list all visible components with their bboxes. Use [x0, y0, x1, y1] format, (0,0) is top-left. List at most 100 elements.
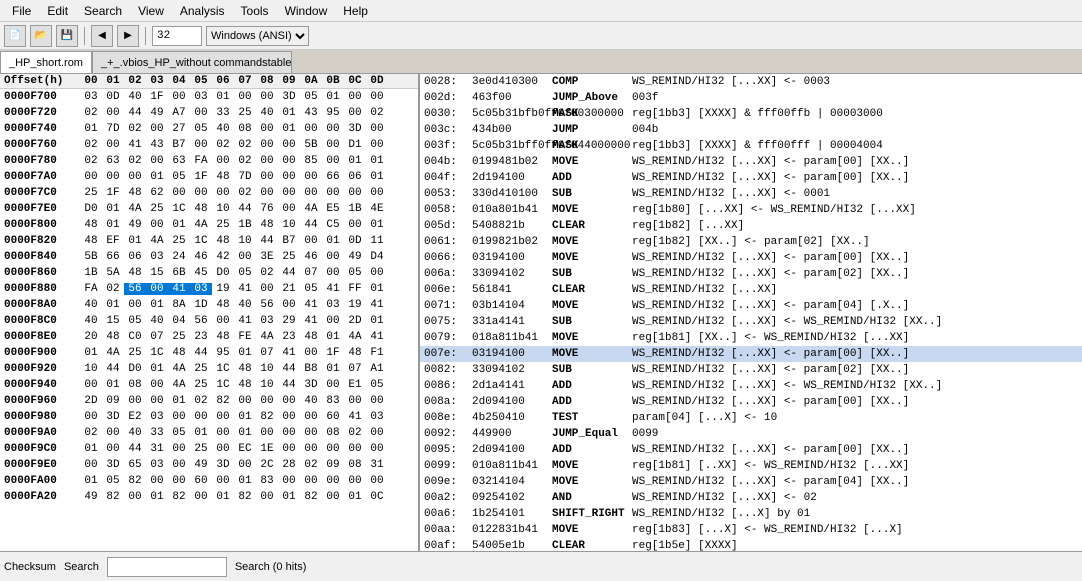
- hex-byte[interactable]: FA: [80, 283, 102, 295]
- hex-byte[interactable]: 23: [278, 331, 300, 343]
- hex-byte[interactable]: 01: [234, 411, 256, 423]
- hex-byte[interactable]: 01: [234, 427, 256, 439]
- hex-byte[interactable]: 44: [124, 443, 146, 455]
- hex-byte[interactable]: 41: [300, 315, 322, 327]
- hex-byte[interactable]: 49: [344, 251, 366, 263]
- hex-byte[interactable]: 01: [146, 171, 168, 183]
- hex-byte[interactable]: 05: [168, 171, 190, 183]
- hex-byte[interactable]: 7D: [234, 171, 256, 183]
- hex-byte[interactable]: 02: [190, 395, 212, 407]
- hex-byte[interactable]: 48: [212, 235, 234, 247]
- hex-byte[interactable]: 5A: [102, 267, 124, 279]
- hex-byte[interactable]: 00: [322, 475, 344, 487]
- hex-byte[interactable]: 01: [322, 91, 344, 103]
- hex-byte[interactable]: 3D: [300, 379, 322, 391]
- hex-byte[interactable]: 00: [190, 187, 212, 199]
- toolbar-bitwidth-input[interactable]: 32: [152, 26, 202, 46]
- hex-byte[interactable]: 3D: [278, 91, 300, 103]
- hex-byte[interactable]: 00: [190, 411, 212, 423]
- hex-byte[interactable]: 00: [256, 155, 278, 167]
- disasm-row[interactable]: 0028:3e0d410300COMPWS_REMIND/HI32 [...XX…: [420, 74, 1082, 90]
- hex-byte[interactable]: 46: [190, 251, 212, 263]
- hex-byte[interactable]: 02: [234, 155, 256, 167]
- hex-row[interactable]: 0000F740017D020027054008000100003D00: [0, 121, 418, 137]
- hex-byte[interactable]: 1F: [102, 187, 124, 199]
- hex-byte[interactable]: 00: [124, 171, 146, 183]
- menu-tools[interactable]: Tools: [233, 2, 277, 20]
- hex-byte[interactable]: 03: [146, 411, 168, 423]
- hex-byte[interactable]: 01: [80, 443, 102, 455]
- hex-byte[interactable]: 00: [344, 395, 366, 407]
- hex-byte[interactable]: 4A: [256, 331, 278, 343]
- hex-byte[interactable]: 10: [234, 235, 256, 247]
- hex-byte[interactable]: 5B: [300, 139, 322, 151]
- hex-byte[interactable]: 00: [322, 379, 344, 391]
- disasm-row[interactable]: 00a6:1b254101SHIFT_RIGHTWS_REMIND/HI32 […: [420, 506, 1082, 522]
- hex-byte[interactable]: B8: [300, 363, 322, 375]
- hex-byte[interactable]: 01: [102, 299, 124, 311]
- hex-byte[interactable]: 1B: [344, 203, 366, 215]
- hex-byte[interactable]: 4A: [190, 219, 212, 231]
- disasm-row[interactable]: 0030:5c05b31bfb0ff0f00300000MASKreg[1bb3…: [420, 106, 1082, 122]
- hex-byte[interactable]: 03: [366, 411, 388, 423]
- hex-byte[interactable]: 60: [322, 411, 344, 423]
- hex-byte[interactable]: 07: [256, 347, 278, 359]
- hex-byte[interactable]: 29: [278, 315, 300, 327]
- hex-byte[interactable]: 00: [190, 139, 212, 151]
- hex-byte[interactable]: 4A: [168, 363, 190, 375]
- disasm-row[interactable]: 0082:33094102SUBWS_REMIND/HI32 [...XX] <…: [420, 362, 1082, 378]
- hex-byte[interactable]: 33: [212, 107, 234, 119]
- hex-byte[interactable]: 03: [190, 283, 212, 295]
- hex-byte[interactable]: 44: [278, 267, 300, 279]
- hex-byte[interactable]: 02: [80, 139, 102, 151]
- hex-byte[interactable]: 48: [80, 219, 102, 231]
- hex-byte[interactable]: 00: [102, 107, 124, 119]
- hex-byte[interactable]: 00: [256, 395, 278, 407]
- hex-byte[interactable]: 00: [300, 123, 322, 135]
- disasm-row[interactable]: 0086:2d1a4141ADDWS_REMIND/HI32 [...XX] <…: [420, 378, 1082, 394]
- hex-byte[interactable]: 01: [80, 123, 102, 135]
- hex-byte[interactable]: 48: [212, 331, 234, 343]
- hex-byte[interactable]: 00: [256, 139, 278, 151]
- hex-byte[interactable]: 01: [366, 283, 388, 295]
- hex-byte[interactable]: 05: [366, 379, 388, 391]
- hex-byte[interactable]: 00: [322, 315, 344, 327]
- hex-byte[interactable]: B7: [278, 235, 300, 247]
- hex-row[interactable]: 0000FA000105820000600001830000000000: [0, 473, 418, 489]
- hex-byte[interactable]: 10: [212, 203, 234, 215]
- hex-byte[interactable]: 44: [278, 363, 300, 375]
- hex-byte[interactable]: 01: [366, 155, 388, 167]
- menu-view[interactable]: View: [130, 2, 172, 20]
- hex-row[interactable]: 0000F9C001004431002500EC1E0000000000: [0, 441, 418, 457]
- hex-byte[interactable]: 00: [278, 171, 300, 183]
- hex-byte[interactable]: 01: [344, 491, 366, 503]
- hex-byte[interactable]: 05: [102, 475, 124, 487]
- hex-byte[interactable]: 1D: [190, 299, 212, 311]
- hex-row[interactable]: 0000F980003DE20300000001820000604103: [0, 409, 418, 425]
- hex-byte[interactable]: 07: [300, 267, 322, 279]
- hex-byte[interactable]: F1: [366, 347, 388, 359]
- hex-byte[interactable]: 66: [102, 251, 124, 263]
- hex-byte[interactable]: 00: [366, 139, 388, 151]
- hex-byte[interactable]: 95: [212, 347, 234, 359]
- hex-byte[interactable]: 00: [322, 139, 344, 151]
- hex-byte[interactable]: 1E: [256, 443, 278, 455]
- hex-byte[interactable]: 2D: [344, 315, 366, 327]
- hex-byte[interactable]: 40: [300, 395, 322, 407]
- hex-byte[interactable]: D0: [124, 363, 146, 375]
- hex-byte[interactable]: 00: [322, 187, 344, 199]
- hex-byte[interactable]: 01: [278, 123, 300, 135]
- hex-byte[interactable]: D1: [344, 139, 366, 151]
- hex-byte[interactable]: 00: [366, 427, 388, 439]
- hex-byte[interactable]: 11: [366, 235, 388, 247]
- hex-byte[interactable]: 00: [300, 475, 322, 487]
- hex-byte[interactable]: 42: [212, 251, 234, 263]
- hex-byte[interactable]: 24: [168, 251, 190, 263]
- hex-byte[interactable]: 05: [190, 123, 212, 135]
- hex-byte[interactable]: 1C: [168, 203, 190, 215]
- hex-byte[interactable]: 6B: [168, 267, 190, 279]
- hex-byte[interactable]: 44: [102, 363, 124, 375]
- hex-byte[interactable]: 1F: [146, 91, 168, 103]
- hex-byte[interactable]: 82: [300, 491, 322, 503]
- hex-byte[interactable]: 2D: [80, 395, 102, 407]
